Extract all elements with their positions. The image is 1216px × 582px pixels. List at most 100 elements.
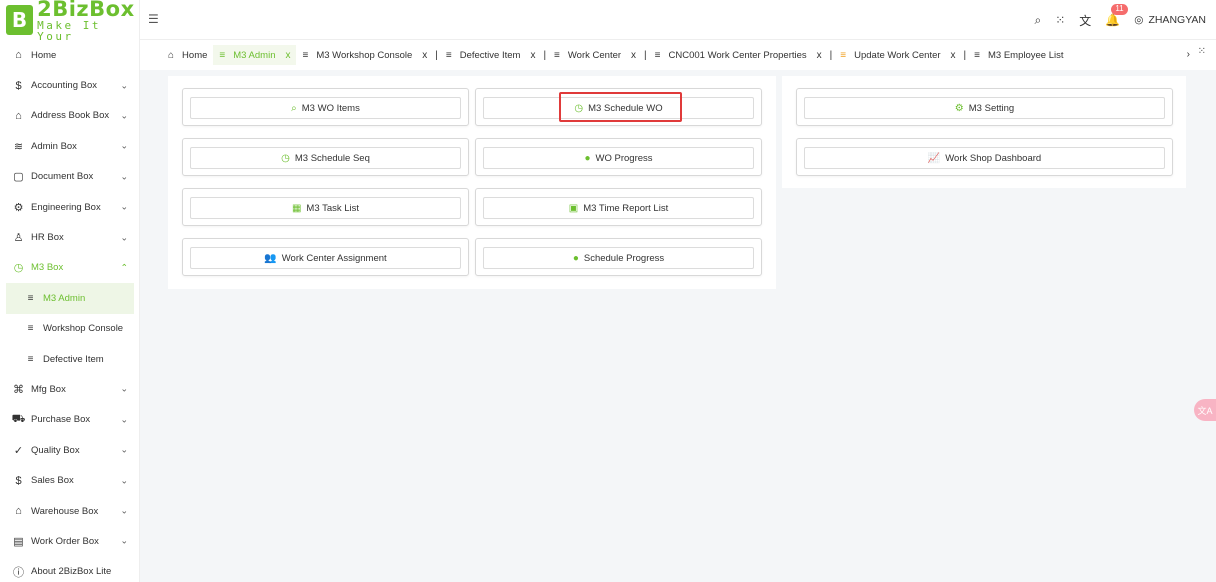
sidebar-item-label: Admin Box — [31, 140, 77, 152]
clipboard-icon: ▤ — [13, 535, 24, 548]
chevron-down-icon: ⌄ — [120, 171, 128, 182]
schedule-progress-button[interactable]: ● Schedule Progress — [483, 247, 754, 269]
translate-icon[interactable]: 文 — [1079, 12, 1091, 29]
card-m3-time-report-list: ▣ M3 Time Report List — [475, 188, 762, 226]
chevron-down-icon: ⌄ — [120, 444, 128, 455]
logo[interactable]: B 2BizBox Make It Your — [6, 0, 136, 42]
timer-icon: ◷ — [13, 262, 24, 275]
sidebar-item-workshop-console[interactable]: ≡ Workshop Console — [0, 314, 140, 344]
work-shop-dashboard-button[interactable]: 📈 Work Shop Dashboard — [804, 147, 1165, 169]
menu-icon: ≡ — [840, 49, 847, 61]
button-label: Work Shop Dashboard — [945, 152, 1042, 164]
cart-icon: ⛟ — [11, 412, 26, 425]
chevron-up-icon: ⌃ — [120, 262, 128, 273]
tab-m3-employee-list[interactable]: ≡ M3 Employee List — [968, 45, 1069, 65]
sidebar-item-hr-box[interactable]: ♙ HR Box ⌄ — [0, 222, 140, 252]
chevron-down-icon: ⌄ — [120, 535, 128, 546]
user-menu[interactable]: ◎ ZHANGYAN — [1134, 14, 1206, 26]
search-icon[interactable]: ⌕ — [1035, 13, 1042, 28]
work-center-assignment-button[interactable]: 👥 Work Center Assignment — [190, 247, 461, 269]
highlight-box — [559, 92, 682, 122]
tab-label: Defective Item — [459, 49, 521, 61]
info-icon: ⓘ — [13, 566, 24, 579]
close-icon[interactable]: x — [631, 50, 636, 61]
sidebar-item-engineering-box[interactable]: ⚙ Engineering Box ⌄ — [0, 192, 140, 222]
sidebar-item-work-order-box[interactable]: ▤ Work Order Box ⌄ — [0, 526, 140, 556]
menu-icon: ≡ — [27, 323, 34, 335]
home-icon: ⌂ — [168, 49, 175, 61]
close-icon[interactable]: x — [422, 50, 427, 61]
tab-cnc001-properties[interactable]: ≡ CNC001 Work Center Properties x — [649, 45, 828, 65]
close-icon[interactable]: x — [817, 50, 822, 61]
sidebar-item-label: Address Book Box — [31, 110, 110, 122]
notification-bell[interactable]: 🔔 11 — [1105, 4, 1128, 27]
button-label: M3 Time Report List — [583, 202, 669, 214]
sidebar-item-purchase-box[interactable]: ⛟ Purchase Box ⌄ — [0, 405, 140, 435]
sidebar-item-label: M3 Box — [31, 262, 64, 274]
close-icon[interactable]: x — [530, 50, 535, 61]
sidebar-item-label: M3 Admin — [43, 292, 86, 304]
logo-mark: B — [6, 5, 34, 35]
sidebar-item-about[interactable]: ⓘ About 2BizBox Lite — [0, 557, 140, 582]
chevron-down-icon: ⌄ — [120, 475, 128, 486]
fullscreen-icon[interactable]: ⁙ — [1198, 46, 1206, 57]
sidebar-item-admin-box[interactable]: ≋ Admin Box ⌄ — [0, 131, 140, 161]
tab-scroll-right-icon[interactable]: › — [1187, 49, 1190, 60]
tabs-bar: ⌂ Home ≡ M3 Admin x ≡ M3 Workshop Consol… — [140, 40, 1216, 70]
button-label: M3 WO Items — [301, 102, 360, 114]
logo-main-text: 2BizBox — [37, 0, 135, 21]
progress-icon: ● — [584, 152, 591, 164]
task-list-icon: ▦ — [291, 202, 302, 214]
m3-schedule-seq-button[interactable]: ◷ M3 Schedule Seq — [190, 147, 461, 169]
sidebar-item-label: Home — [31, 49, 57, 61]
sidebar: B 2BizBox Make It Your ⌂ Home $ Accounti… — [0, 0, 140, 582]
card-work-center-assignment: 👥 Work Center Assignment — [182, 238, 469, 276]
top-bar: ☰ ⌕ ⁙ 文 🔔 11 ◎ ZHANGYAN — [140, 0, 1216, 40]
card-schedule-progress: ● Schedule Progress — [475, 238, 762, 276]
tab-label: Update Work Center — [854, 49, 941, 61]
menu-icon: ≡ — [554, 49, 560, 61]
button-label: Work Center Assignment — [281, 252, 387, 264]
chevron-down-icon: ⌄ — [120, 505, 128, 516]
menu-icon: ≡ — [654, 49, 661, 61]
sidebar-item-mfg-box[interactable]: ⌘ Mfg Box ⌄ — [0, 374, 140, 404]
tab-defective-item[interactable]: ≡ Defective Item x — [440, 45, 542, 65]
close-icon[interactable]: x — [951, 50, 956, 61]
close-icon[interactable]: x — [285, 50, 290, 61]
sidebar-item-defective-item[interactable]: ≡ Defective Item — [0, 344, 140, 374]
chevron-down-icon: ⌄ — [120, 201, 128, 212]
sidebar-item-document-box[interactable]: ▢ Document Box ⌄ — [0, 162, 140, 192]
tab-update-work-center[interactable]: ≡ Update Work Center x — [834, 45, 961, 65]
translate-float-button[interactable]: 文A — [1194, 399, 1216, 421]
tab-m3-admin[interactable]: ≡ M3 Admin x — [213, 45, 297, 65]
tab-label: M3 Employee List — [987, 49, 1064, 61]
sidebar-item-m3-admin[interactable]: ≡ M3 Admin — [6, 283, 134, 314]
m3-setting-button[interactable]: ⚙ M3 Setting — [804, 97, 1165, 119]
tab-work-center[interactable]: ≡ Work Center x — [548, 45, 642, 65]
clock-icon: ◷ — [281, 152, 290, 164]
collapse-sidebar-icon[interactable]: ☰ — [148, 12, 159, 26]
button-label: WO Progress — [595, 152, 653, 164]
sidebar-item-quality-box[interactable]: ✓ Quality Box ⌄ — [0, 435, 140, 465]
logo-text: 2BizBox Make It Your — [37, 0, 136, 42]
tab-m3-workshop-console[interactable]: ≡ M3 Workshop Console x — [296, 45, 433, 65]
m3-task-list-button[interactable]: ▦ M3 Task List — [190, 197, 461, 219]
sidebar-item-home[interactable]: ⌂ Home — [0, 40, 140, 70]
apps-icon[interactable]: ⁙ — [1055, 13, 1065, 27]
gear-icon: ⚙ — [13, 201, 24, 214]
sidebar-item-label: Sales Box — [31, 475, 74, 487]
wo-progress-button[interactable]: ● WO Progress — [483, 147, 754, 169]
tab-label: M3 Workshop Console — [316, 49, 413, 61]
sidebar-item-address-book-box[interactable]: ⌂ Address Book Box ⌄ — [0, 101, 140, 131]
m3-time-report-list-button[interactable]: ▣ M3 Time Report List — [483, 197, 754, 219]
m3-wo-items-button[interactable]: ⌕ M3 WO Items — [190, 97, 461, 119]
menu-icon: ≡ — [27, 353, 34, 365]
sidebar-item-sales-box[interactable]: $ Sales Box ⌄ — [0, 465, 140, 495]
sidebar-item-warehouse-box[interactable]: ⌂ Warehouse Box ⌄ — [0, 496, 140, 526]
tab-home[interactable]: ⌂ Home — [162, 45, 213, 65]
coin-icon: $ — [15, 474, 22, 487]
sidebar-item-m3-box[interactable]: ◷ M3 Box ⌃ — [0, 253, 140, 283]
sidebar-item-accounting-box[interactable]: $ Accounting Box ⌄ — [0, 70, 140, 100]
sidebar-item-label: Work Order Box — [31, 535, 99, 547]
card-m3-task-list: ▦ M3 Task List — [182, 188, 469, 226]
